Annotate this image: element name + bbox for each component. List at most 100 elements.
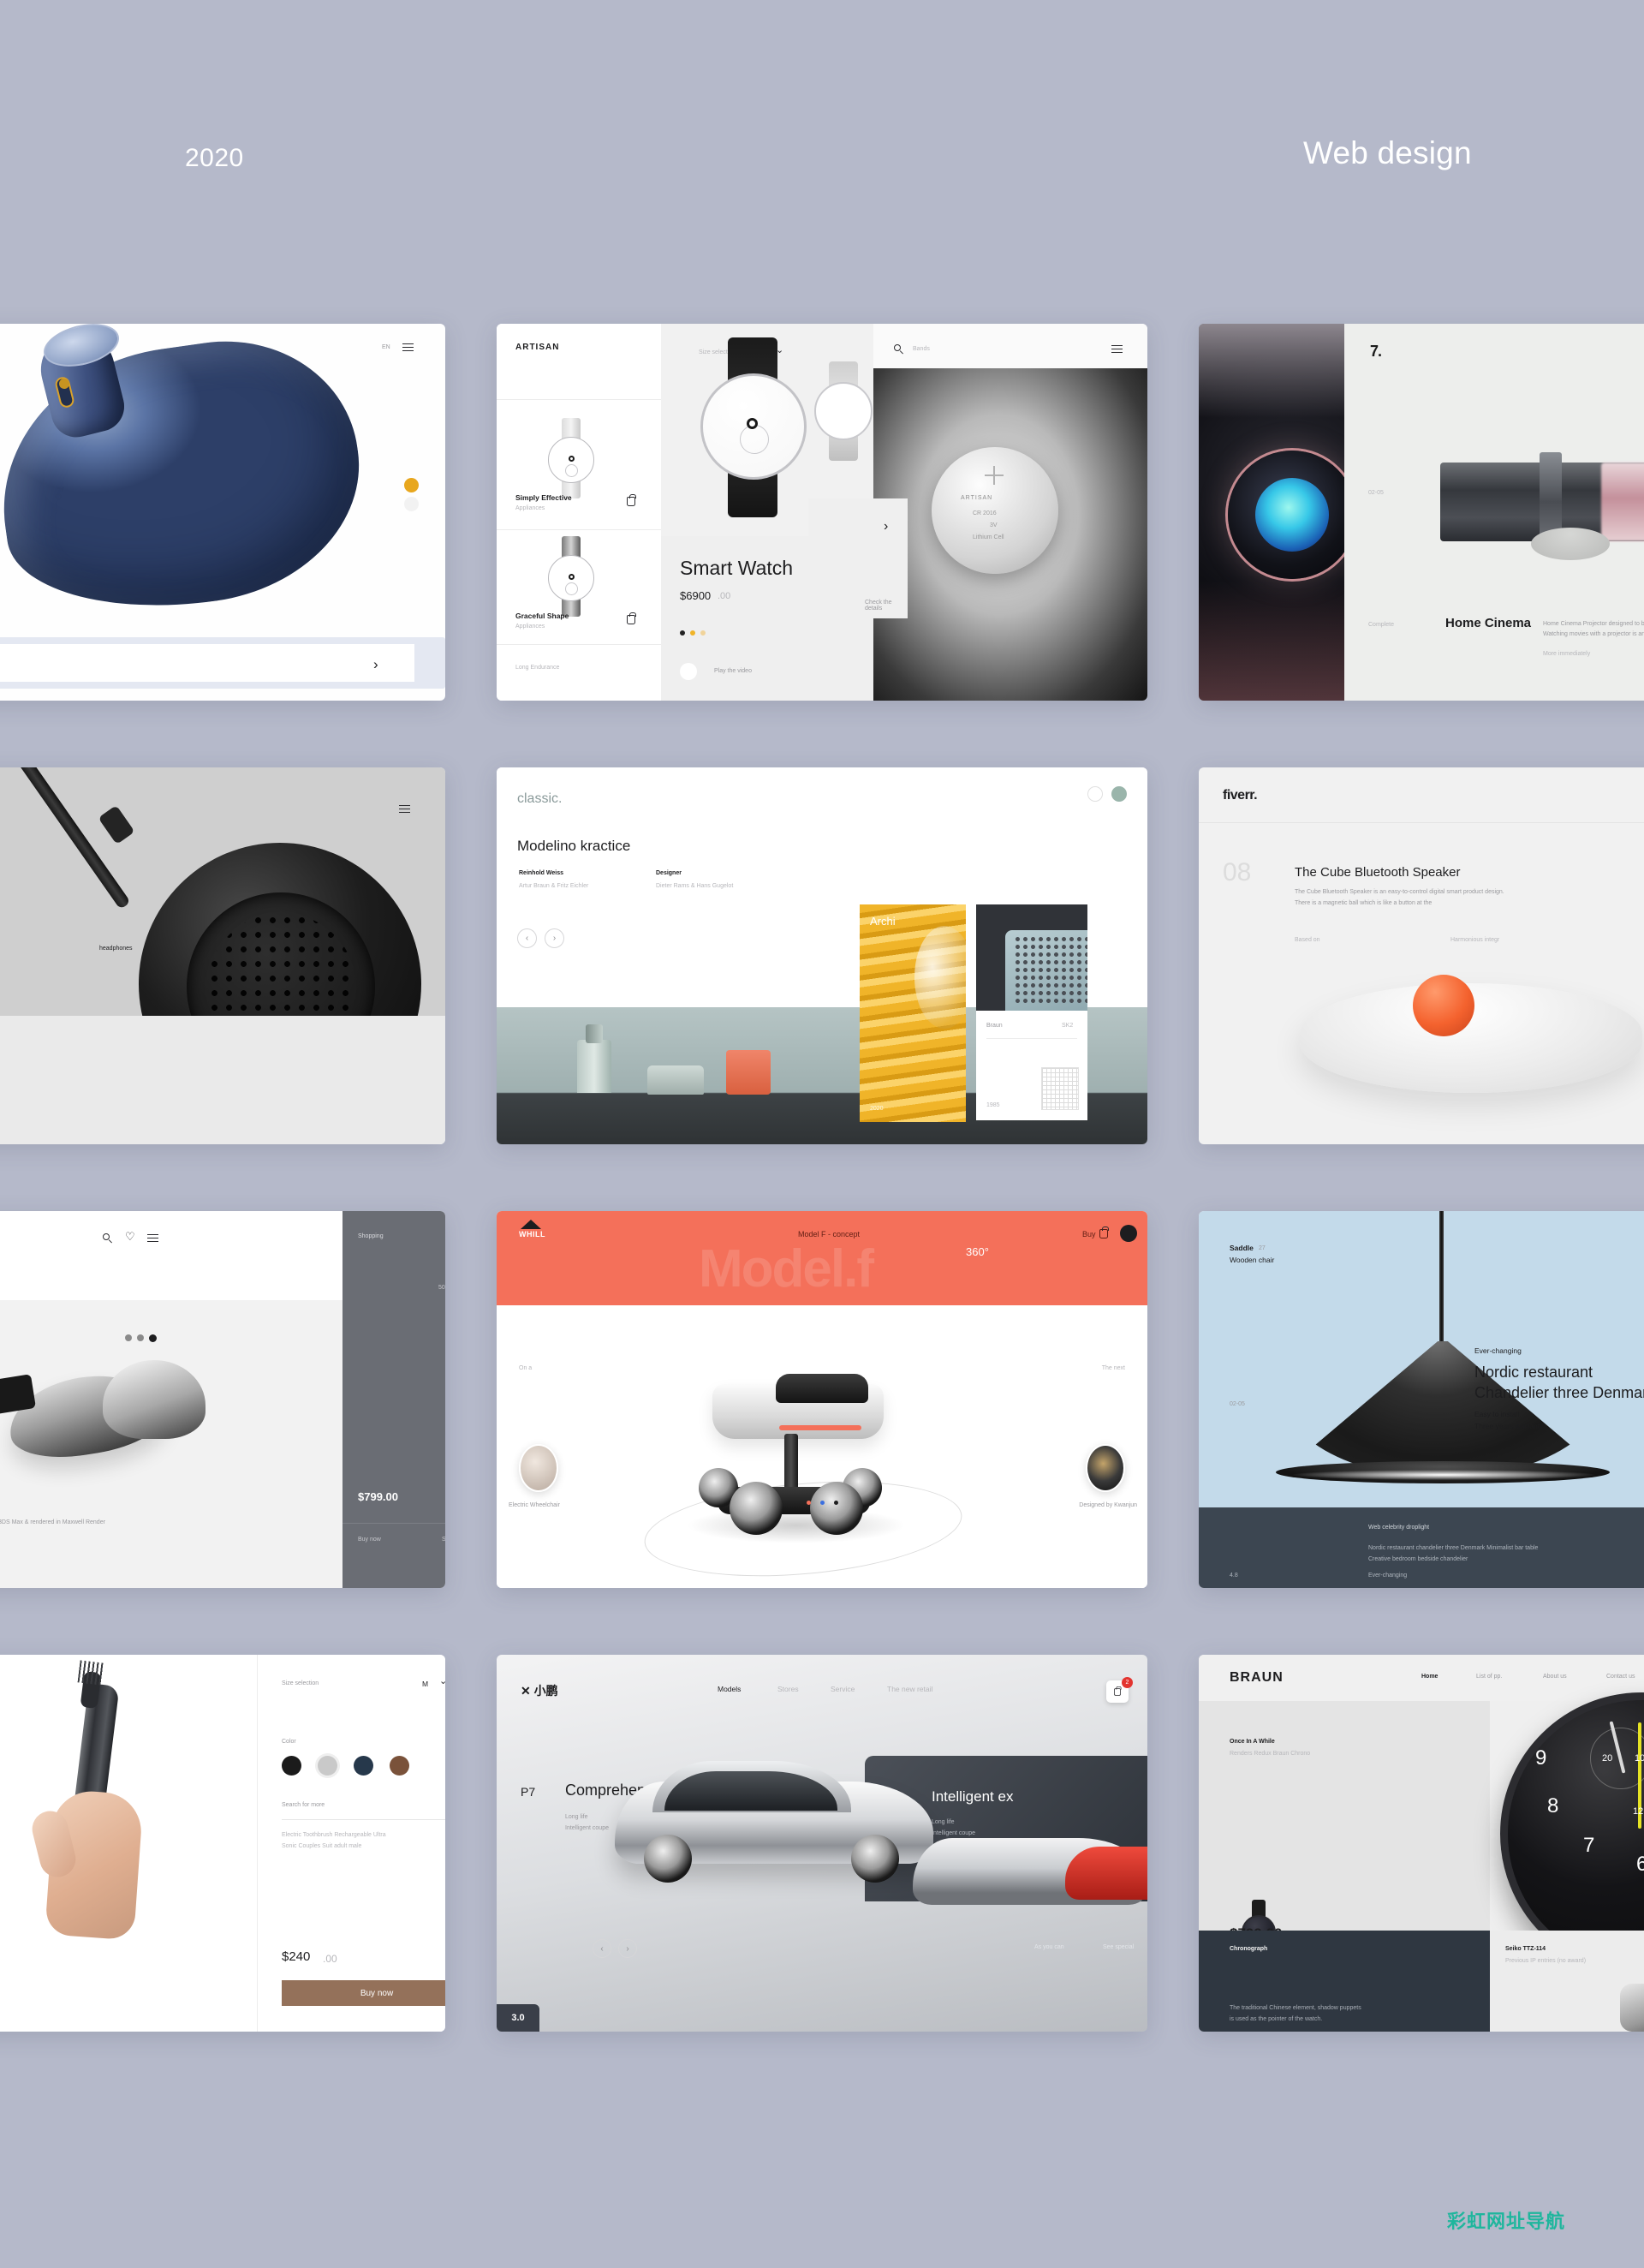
lang-switch[interactable]: EN bbox=[382, 344, 390, 350]
divider bbox=[342, 1523, 445, 1524]
toothbrush-description: Electric Toothbrush Rechargeable Ultra S… bbox=[282, 1832, 386, 1850]
cinema-counter: 02-05 bbox=[1368, 490, 1384, 496]
menu-icon[interactable] bbox=[1111, 345, 1123, 354]
xpeng-nav-stores[interactable]: Stores bbox=[777, 1685, 799, 1693]
color-swatch-navy[interactable] bbox=[354, 1756, 373, 1776]
xpeng-model-left: P7 bbox=[521, 1785, 536, 1799]
card-fiverr[interactable]: fiverr. 08 The Cube Bluetooth Speaker Th… bbox=[1199, 767, 1644, 1144]
card-toothbrush[interactable]: Size selection M ⌄ Color Search for more… bbox=[0, 1655, 445, 2032]
card-home-cinema[interactable]: 7. 02-05 Complete Home Cinema Home Cinem… bbox=[1199, 324, 1644, 701]
xpeng-nav-retail[interactable]: The new retail bbox=[887, 1685, 932, 1693]
avatar[interactable] bbox=[519, 1444, 558, 1492]
vacuum-tagline-panel[interactable]: n and healthy › bbox=[0, 644, 414, 682]
chevron-down-icon[interactable]: ⌄ bbox=[439, 1677, 445, 1686]
search-label[interactable]: Search for more bbox=[282, 1802, 325, 1808]
bag-icon[interactable] bbox=[1099, 1227, 1109, 1238]
card-headphones[interactable]: headphones reddot winner 2020 Our approa… bbox=[0, 767, 445, 1144]
carousel-dot-3[interactable] bbox=[700, 630, 706, 636]
search-icon[interactable] bbox=[894, 344, 903, 355]
scroll-down-button[interactable] bbox=[404, 497, 419, 511]
linkpro-see-more[interactable]: See more eyewear products bbox=[442, 1537, 445, 1543]
heart-icon[interactable]: ♡ bbox=[125, 1231, 135, 1242]
carousel-dot-1[interactable] bbox=[125, 1334, 132, 1341]
card-vacuum[interactable]: TO-Foma EN n and healthy › bbox=[0, 324, 445, 701]
cinema-link[interactable]: More immediately bbox=[1543, 651, 1590, 657]
battery-type: Lithium Cell bbox=[973, 534, 1004, 540]
braun-subdial-20: 20 bbox=[1602, 1753, 1613, 1764]
color-swatch-black[interactable] bbox=[282, 1756, 301, 1776]
artisan-price-cents: .00 bbox=[718, 591, 731, 601]
card-xpeng[interactable]: ✕ 小鹏 Models Stores Service The new retai… bbox=[497, 1655, 1147, 2032]
bag-icon[interactable] bbox=[1087, 786, 1103, 802]
artisan-hero-case-small bbox=[814, 382, 873, 440]
account-avatar[interactable] bbox=[1111, 786, 1127, 802]
headphone-slider bbox=[98, 804, 135, 845]
linkpro-buy-now[interactable]: Buy now bbox=[358, 1537, 381, 1543]
battery-model: CR 2016 bbox=[973, 510, 997, 516]
card-braun[interactable]: BRAUN Home List of pp. About us Contact … bbox=[1199, 1655, 1644, 2032]
scroll-up-button[interactable] bbox=[404, 478, 419, 492]
carousel-dot-3[interactable] bbox=[149, 1334, 157, 1342]
braun-dark-body: The traditional Chinese element, shadow … bbox=[1230, 2005, 1361, 2023]
play-video-label[interactable]: Play the video bbox=[714, 668, 752, 674]
play-button[interactable] bbox=[680, 663, 697, 680]
prev-button[interactable]: ‹ bbox=[517, 928, 537, 948]
color-swatch-brown[interactable] bbox=[390, 1756, 409, 1776]
prev-button[interactable]: ‹ bbox=[593, 1939, 611, 1958]
carousel-dot-1[interactable] bbox=[680, 630, 685, 636]
buy-now-button[interactable]: Buy now bbox=[282, 1980, 445, 2006]
modelf-menu-button[interactable] bbox=[1120, 1225, 1137, 1242]
carousel-dot-2[interactable] bbox=[820, 1501, 825, 1505]
projector-lens-glow bbox=[1601, 463, 1644, 541]
braun-nav-home[interactable]: Home bbox=[1421, 1674, 1438, 1680]
carousel-dot-2[interactable] bbox=[690, 630, 695, 636]
artisan-watch-back-photo: ARTISAN CR 2016 3V Lithium Cell bbox=[873, 368, 1147, 701]
battery-brand: ARTISAN bbox=[961, 495, 993, 501]
size-selection-value[interactable]: M bbox=[422, 1680, 428, 1688]
search-icon[interactable] bbox=[103, 1233, 112, 1244]
xpeng-nav-service[interactable]: Service bbox=[831, 1685, 855, 1693]
bag-icon[interactable] bbox=[627, 612, 636, 624]
card-classic[interactable]: classic. Modelino kractice Reinhold Weis… bbox=[497, 767, 1147, 1144]
card-model-f[interactable]: WHILL Model F - concept Buy Model.f 360°… bbox=[497, 1211, 1147, 1588]
chandelier-counter: 02-05 bbox=[1230, 1401, 1245, 1407]
artisan-detail-panel: Bands ARTISAN CR 2016 3V Lithium Cell › … bbox=[808, 324, 1147, 701]
classic-tile-archi[interactable]: Archi 2020 bbox=[860, 904, 966, 1122]
modelf-hero-banner: WHILL Model F - concept Buy Model.f 360° bbox=[497, 1211, 1147, 1305]
next-button[interactable]: › bbox=[618, 1939, 637, 1958]
search-input[interactable]: Bands bbox=[913, 346, 930, 352]
vacuum-next-arrow[interactable]: › bbox=[373, 656, 378, 673]
grid-row-1: TO-Foma EN n and healthy › ARTISAN bbox=[0, 324, 1644, 767]
braun-nav-contact[interactable]: Contact us bbox=[1606, 1674, 1635, 1680]
divider bbox=[282, 1819, 445, 1820]
fiverr-number: 08 bbox=[1223, 858, 1252, 886]
xpeng-footer-right[interactable]: See special bbox=[1103, 1944, 1134, 1950]
color-swatch-silver[interactable] bbox=[318, 1756, 337, 1776]
modelf-buy-label[interactable]: Buy bbox=[1082, 1230, 1096, 1238]
artisan-detail-cta[interactable]: › Check the details bbox=[808, 498, 908, 618]
bag-icon[interactable] bbox=[627, 494, 636, 506]
card-artisan[interactable]: ARTISAN Simply Effective Appliances Grac… bbox=[497, 324, 1147, 701]
chandelier-title-2: Chandelier three Denmark bbox=[1474, 1384, 1644, 1401]
braun-nav-list[interactable]: List of pp. bbox=[1476, 1674, 1502, 1680]
artisan-footer-note: Long Endurance bbox=[515, 665, 560, 671]
carousel-dot-3[interactable] bbox=[834, 1501, 838, 1505]
cinema-logo: 7. bbox=[1370, 343, 1382, 360]
menu-icon[interactable] bbox=[402, 343, 414, 352]
check-details-label[interactable]: Check the details bbox=[865, 600, 908, 612]
next-button[interactable]: › bbox=[545, 928, 564, 948]
menu-icon[interactable] bbox=[399, 805, 410, 814]
headphones-approach-panel: reddot winner 2020 Our approach At Qlive… bbox=[0, 1016, 445, 1144]
xpeng-nav-models[interactable]: Models bbox=[718, 1685, 741, 1693]
xpeng-footer-left[interactable]: As you can bbox=[1034, 1944, 1064, 1950]
next-arrow[interactable]: › bbox=[884, 519, 888, 534]
card-linkpro[interactable]: ♡ linkpro Still CG shots. Modelled in 3D… bbox=[0, 1211, 445, 1588]
carousel-dot-2[interactable] bbox=[137, 1334, 144, 1341]
braun-nav-about[interactable]: About us bbox=[1543, 1674, 1567, 1680]
avatar[interactable] bbox=[1086, 1444, 1125, 1492]
menu-icon[interactable] bbox=[147, 1234, 158, 1243]
classic-title: Modelino kractice bbox=[517, 838, 631, 854]
carousel-dot-1[interactable] bbox=[807, 1501, 811, 1505]
card-chandelier[interactable]: Saddle 27 Wooden chair 02-05 Ever-changi… bbox=[1199, 1211, 1644, 1588]
cinema-lens-photo bbox=[1199, 324, 1356, 701]
